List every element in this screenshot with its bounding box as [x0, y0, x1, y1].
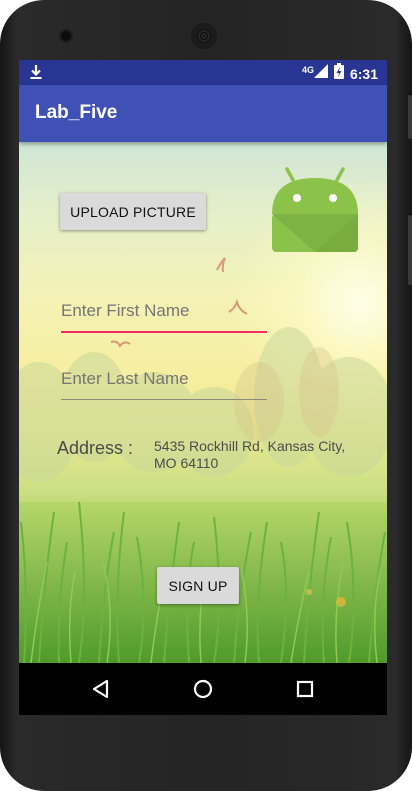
app-bar: Lab_Five — [19, 85, 387, 142]
last-name-input[interactable] — [61, 363, 267, 400]
main-content: UPLOAD PICTURE Address : 5435 Rockhill R… — [19, 142, 387, 663]
upload-picture-button[interactable]: UPLOAD PICTURE — [60, 193, 206, 230]
network-type-label: 4G — [301, 64, 314, 75]
navigation-bar — [19, 663, 387, 715]
status-time: 6:31 — [349, 65, 378, 82]
status-bar: 4G 6:31 — [19, 60, 387, 85]
screen: 4G 6:31 Lab_Five UPLOAD PICTURE Enter Fi… — [19, 60, 387, 715]
sign-up-button[interactable]: SIGN UP — [157, 567, 239, 604]
front-camera — [61, 31, 71, 41]
cell-signal-icon — [313, 64, 328, 83]
address-value: 5435 Rockhill Rd, Kansas City, MO 64110 — [154, 438, 346, 471]
back-triangle-icon[interactable] — [87, 675, 115, 703]
app-title: Lab_Five — [35, 102, 118, 123]
phone-frame: 4G 6:31 Lab_Five UPLOAD PICTURE Enter Fi… — [0, 0, 412, 791]
volume-button — [408, 95, 412, 139]
battery-charging-icon — [333, 63, 344, 84]
power-button — [408, 215, 412, 285]
android-logo — [272, 167, 358, 252]
recents-square-icon[interactable] — [291, 675, 319, 703]
address-label: Address : — [57, 438, 134, 458]
earpiece-speaker — [193, 25, 215, 47]
grass-foreground — [19, 501, 387, 663]
first-name-input[interactable] — [61, 295, 267, 333]
download-icon — [29, 64, 43, 85]
home-circle-icon[interactable] — [189, 675, 217, 703]
